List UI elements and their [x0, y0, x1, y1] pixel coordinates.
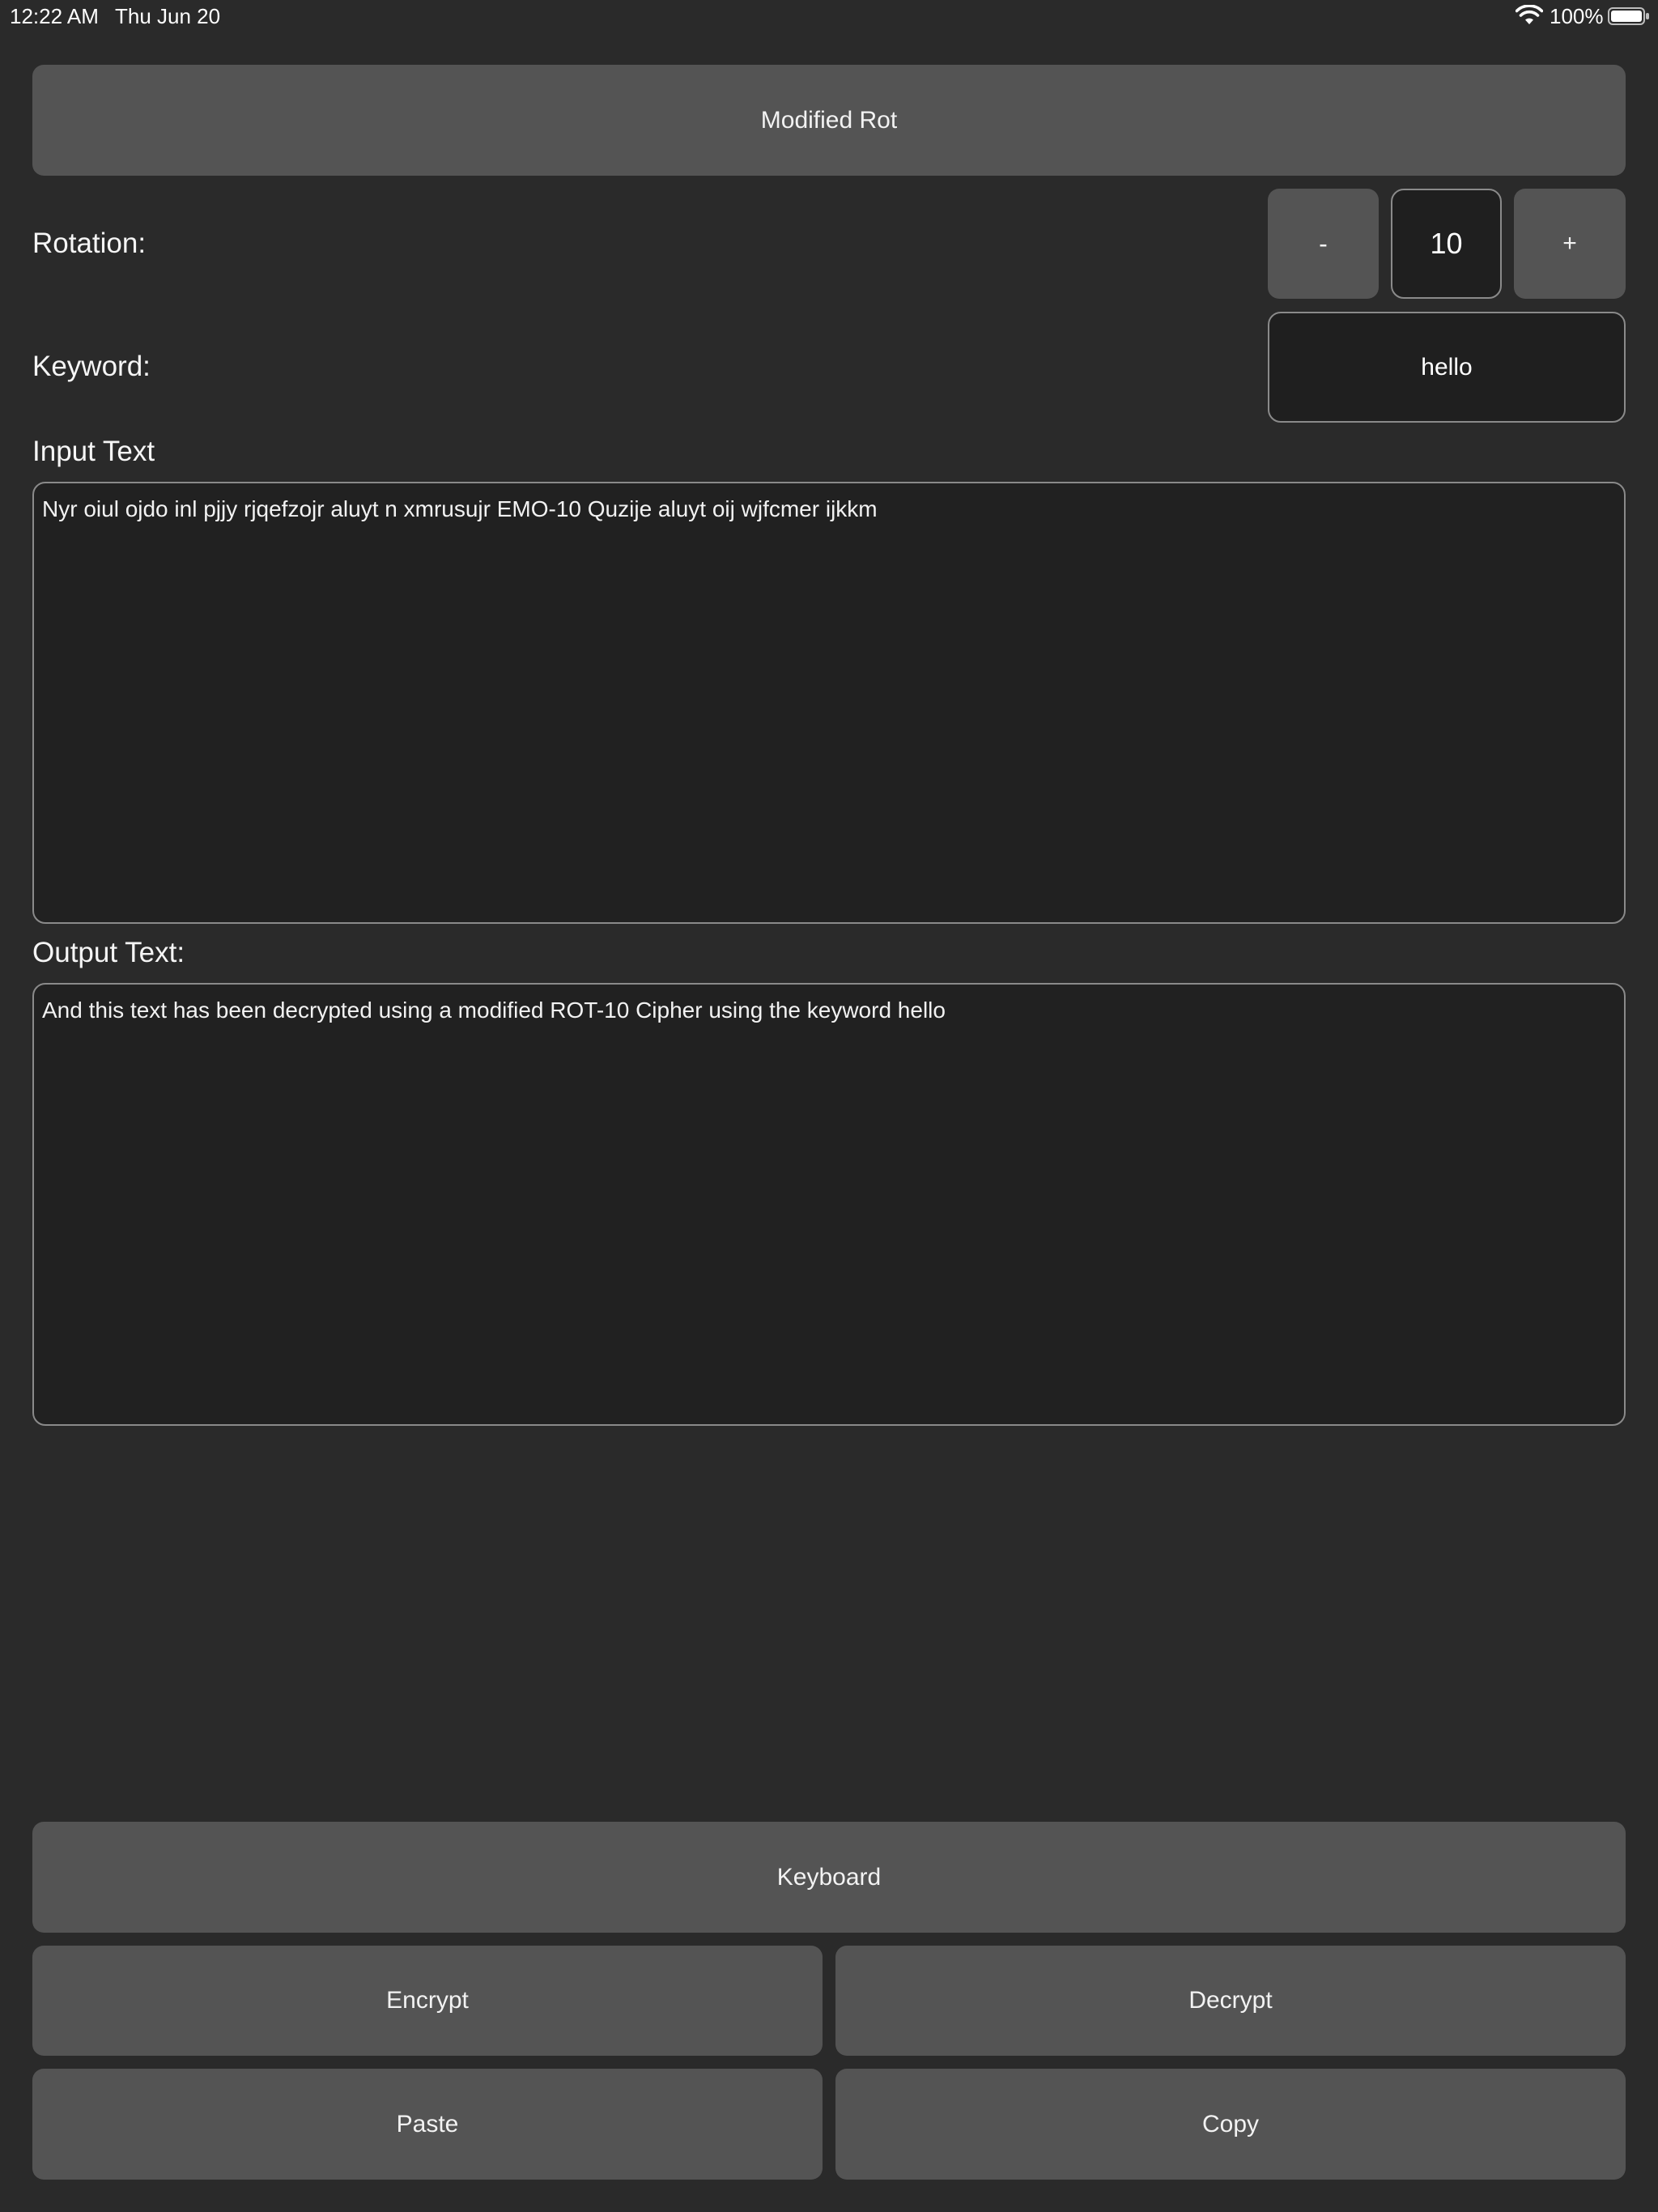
- output-textarea[interactable]: And this text has been decrypted using a…: [32, 983, 1626, 1426]
- battery-percent: 100%: [1550, 4, 1604, 28]
- mode-button[interactable]: Modified Rot: [32, 65, 1626, 176]
- increment-label: +: [1562, 230, 1577, 257]
- encrypt-button-label: Encrypt: [386, 1987, 469, 2014]
- decrypt-button-label: Decrypt: [1188, 1987, 1273, 2014]
- rotation-value-field[interactable]: 10: [1391, 189, 1502, 299]
- keyboard-button-label: Keyboard: [776, 1863, 882, 1891]
- rotation-value: 10: [1430, 227, 1463, 260]
- rotation-label: Rotation:: [32, 228, 147, 259]
- decrypt-button[interactable]: Decrypt: [835, 1946, 1626, 2056]
- rotation-decrement-button[interactable]: -: [1268, 189, 1379, 299]
- rotation-increment-button[interactable]: +: [1514, 189, 1626, 299]
- encrypt-button[interactable]: Encrypt: [32, 1946, 823, 2056]
- battery-icon: [1608, 7, 1650, 25]
- keyword-label: Keyword:: [32, 351, 151, 382]
- keyword-value: hello: [1421, 353, 1473, 381]
- input-textarea[interactable]: Nyr oiul ojdo inl pjjy rjqefzojr aluyt n…: [32, 482, 1626, 924]
- keyboard-button[interactable]: Keyboard: [32, 1822, 1626, 1933]
- status-time: 12:22 AM: [10, 4, 99, 28]
- decrement-label: -: [1319, 228, 1328, 258]
- output-text-label: Output Text:: [32, 937, 185, 968]
- keyword-field[interactable]: hello: [1268, 312, 1626, 423]
- paste-button-label: Paste: [396, 2110, 459, 2138]
- status-date: Thu Jun 20: [115, 4, 221, 28]
- copy-button[interactable]: Copy: [835, 2069, 1626, 2180]
- input-text: Nyr oiul ojdo inl pjjy rjqefzojr aluyt n…: [42, 496, 878, 521]
- input-text-label: Input Text: [32, 436, 155, 467]
- paste-button[interactable]: Paste: [32, 2069, 823, 2180]
- output-text: And this text has been decrypted using a…: [42, 998, 946, 1023]
- mode-button-label: Modified Rot: [760, 106, 898, 134]
- copy-button-label: Copy: [1201, 2110, 1260, 2138]
- wifi-icon: [1515, 4, 1544, 26]
